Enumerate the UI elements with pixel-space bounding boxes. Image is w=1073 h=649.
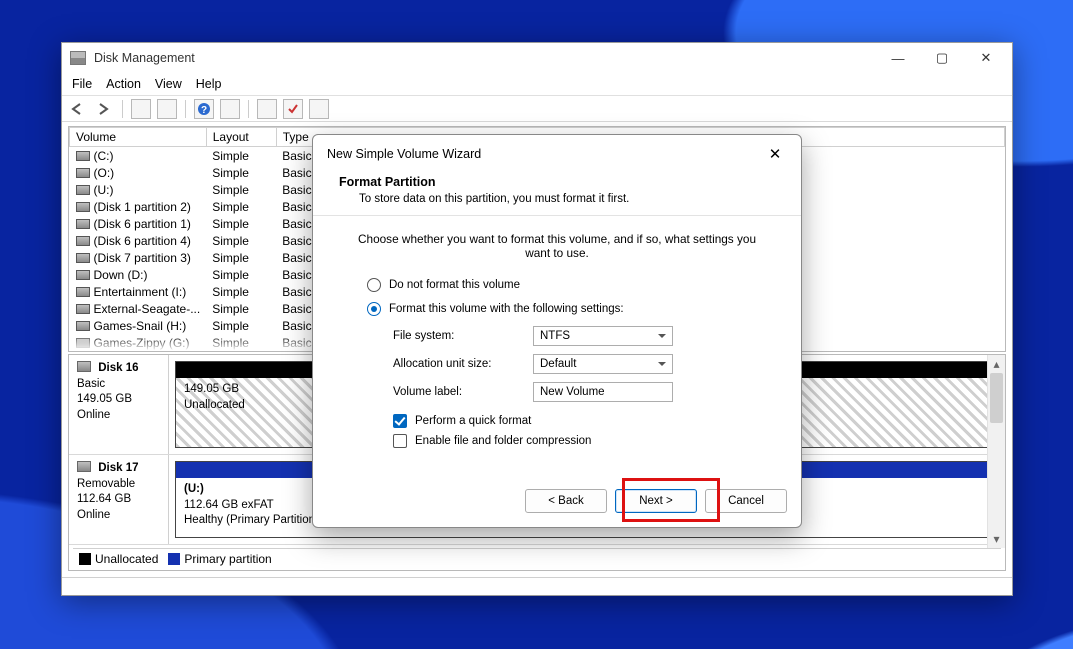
next-button[interactable]: Next > [615, 489, 697, 513]
disk17-size: 112.64 GB [77, 492, 160, 508]
disk16-part-size: 149.05 GB [184, 382, 245, 398]
radio-label-noformat: Do not format this volume [389, 279, 520, 291]
toolbar-btn-4[interactable] [257, 99, 277, 119]
disk16-label: Disk 16 Basic 149.05 GB Online [69, 355, 169, 454]
radio-do-not-format[interactable]: Do not format this volume [367, 278, 769, 292]
legend-unalloc-label: Unallocated [95, 552, 158, 566]
volume-icon [76, 151, 90, 161]
field-volume-label: Volume label: New Volume [393, 382, 769, 402]
checkbox-icon[interactable] [393, 434, 407, 448]
volume-icon [76, 321, 90, 331]
disk16-size: 149.05 GB [77, 392, 160, 408]
dialog-intro: Choose whether you want to format this v… [345, 232, 769, 260]
disk17-part-status: Healthy (Primary Partition) [184, 513, 319, 529]
volume-icon [76, 270, 90, 280]
disk17-label: Disk 17 Removable 112.64 GB Online [69, 455, 169, 544]
disk17-part-name: (U:) [184, 482, 319, 498]
disk17-kind: Removable [77, 477, 160, 493]
scroll-down-icon[interactable]: ▾ [988, 530, 1005, 548]
new-simple-volume-wizard: New Simple Volume Wizard ✕ Format Partit… [312, 134, 802, 528]
volume-icon [76, 168, 90, 178]
toolbar-btn-5[interactable] [283, 99, 303, 119]
label-allocation: Allocation unit size: [393, 358, 533, 370]
radio-icon[interactable] [367, 302, 381, 316]
legend-primary: Primary partition [168, 552, 271, 566]
dialog-footer: < Back Next > Cancel [313, 479, 801, 527]
volume-icon [76, 202, 90, 212]
help-icon[interactable]: ? [194, 99, 214, 119]
minimize-button[interactable]: — [876, 44, 920, 72]
input-volume-label[interactable]: New Volume [533, 382, 673, 402]
disk17-part-size: 112.64 GB exFAT [184, 498, 319, 514]
back-icon[interactable] [68, 99, 88, 119]
checkbox-quick-format[interactable]: Perform a quick format [393, 414, 769, 428]
dialog-header-title: Format Partition [339, 175, 775, 189]
col-layout[interactable]: Layout [206, 128, 276, 147]
radio-format-volume[interactable]: Format this volume with the following se… [367, 302, 769, 316]
disk16-part-status: Unallocated [184, 398, 245, 414]
disk17-title: Disk 17 [98, 462, 138, 474]
menu-bar: File Action View Help [62, 73, 1012, 96]
dialog-title: New Simple Volume Wizard [327, 147, 481, 161]
value-allocation: Default [540, 358, 576, 370]
toolbar-btn-1[interactable] [131, 99, 151, 119]
select-file-system[interactable]: NTFS [533, 326, 673, 346]
field-allocation-size: Allocation unit size: Default [393, 354, 769, 374]
select-allocation[interactable]: Default [533, 354, 673, 374]
graph-scrollbar[interactable]: ▴ ▾ [987, 355, 1005, 548]
toolbar-btn-6[interactable] [309, 99, 329, 119]
legend-unallocated: Unallocated [79, 552, 158, 566]
dialog-close-button[interactable]: ✕ [757, 141, 793, 167]
checkbox-icon[interactable] [393, 414, 407, 428]
toolbar: ? [62, 96, 1012, 122]
volume-icon [76, 236, 90, 246]
dialog-body: Choose whether you want to format this v… [313, 216, 801, 479]
status-bar [62, 577, 1012, 595]
disk17-status: Online [77, 508, 160, 524]
checkbox-compression[interactable]: Enable file and folder compression [393, 434, 769, 448]
volume-icon [76, 185, 90, 195]
menu-view[interactable]: View [155, 77, 182, 91]
radio-icon[interactable] [367, 278, 381, 292]
toolbar-btn-2[interactable] [157, 99, 177, 119]
dialog-titlebar[interactable]: New Simple Volume Wizard ✕ [313, 135, 801, 173]
value-volume-label: New Volume [540, 386, 605, 398]
volume-icon [76, 219, 90, 229]
checkbox-label-compress: Enable file and folder compression [415, 435, 591, 447]
menu-action[interactable]: Action [106, 77, 141, 91]
volume-icon [76, 253, 90, 263]
dialog-header-sub: To store data on this partition, you mus… [359, 193, 775, 205]
menu-file[interactable]: File [72, 77, 92, 91]
scroll-thumb[interactable] [990, 373, 1003, 423]
volume-icon [76, 287, 90, 297]
disk16-kind: Basic [77, 377, 160, 393]
disk-icon [77, 461, 91, 472]
disk16-status: Online [77, 408, 160, 424]
app-icon [70, 51, 86, 65]
volume-icon [76, 304, 90, 314]
disk16-title: Disk 16 [98, 362, 138, 374]
scroll-up-icon[interactable]: ▴ [988, 355, 1005, 373]
menu-help[interactable]: Help [196, 77, 222, 91]
field-file-system: File system: NTFS [393, 326, 769, 346]
dialog-header: Format Partition To store data on this p… [313, 173, 801, 216]
close-button[interactable]: ✕ [964, 44, 1008, 72]
svg-text:?: ? [201, 105, 207, 116]
maximize-button[interactable]: ▢ [920, 44, 964, 72]
col-volume[interactable]: Volume [70, 128, 207, 147]
legend: Unallocated Primary partition [73, 548, 1001, 568]
back-button[interactable]: < Back [525, 489, 607, 513]
forward-icon[interactable] [94, 99, 114, 119]
value-file-system: NTFS [540, 330, 570, 342]
label-file-system: File system: [393, 330, 533, 342]
legend-primary-label: Primary partition [184, 552, 271, 566]
radio-label-format: Format this volume with the following se… [389, 303, 624, 315]
checkbox-label-quick: Perform a quick format [415, 415, 531, 427]
cancel-button[interactable]: Cancel [705, 489, 787, 513]
label-volume-label: Volume label: [393, 386, 533, 398]
toolbar-btn-3[interactable] [220, 99, 240, 119]
titlebar[interactable]: Disk Management — ▢ ✕ [62, 43, 1012, 73]
disk-icon [77, 361, 91, 372]
window-title: Disk Management [94, 51, 195, 65]
